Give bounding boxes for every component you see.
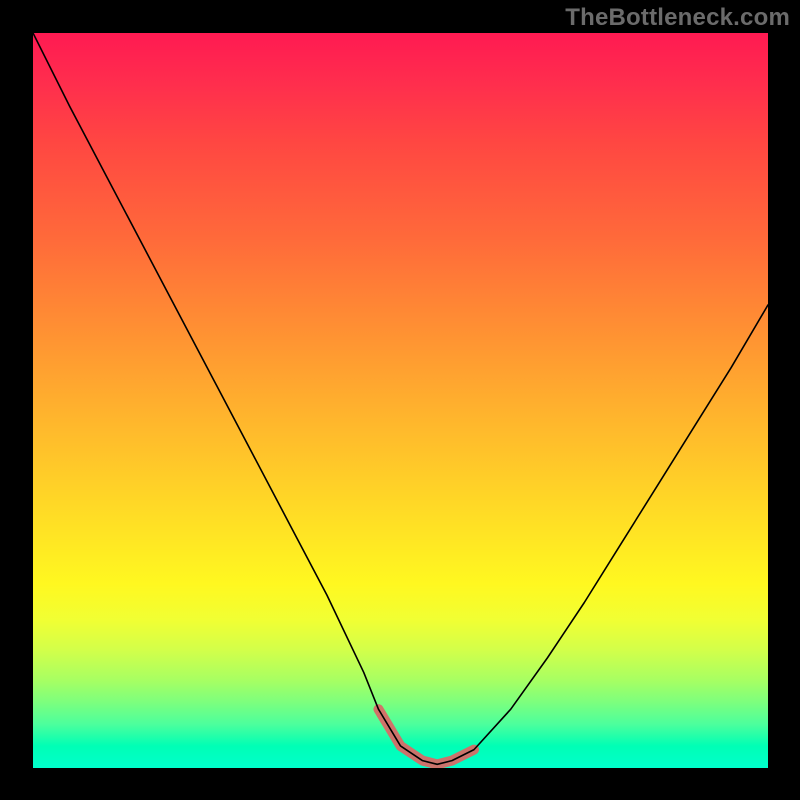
- chart-svg: [33, 33, 768, 768]
- bottleneck-curve: [33, 33, 768, 764]
- plot-area: [33, 33, 768, 768]
- watermark-text: TheBottleneck.com: [565, 4, 790, 32]
- chart-canvas: TheBottleneck.com: [0, 0, 800, 800]
